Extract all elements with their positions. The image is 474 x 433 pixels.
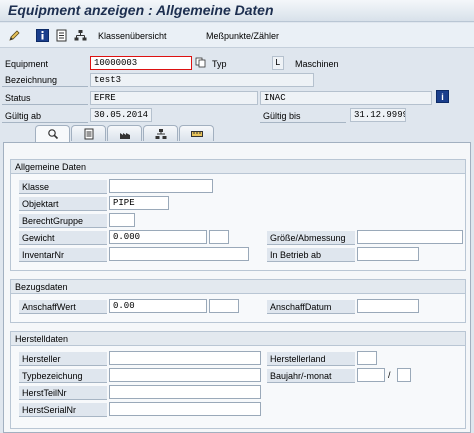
copy-icon[interactable] [195,57,206,68]
status-field: EFRE [90,91,258,105]
edit-pencil-icon[interactable] [8,29,21,42]
klasse-label: Klasse [19,180,107,194]
herstserialnr-label: HerstSerialNr [19,403,107,417]
bezeichnung-field: test3 [90,73,314,87]
tab-organisation[interactable] [107,125,142,141]
factory-icon [120,133,130,139]
baumonat-field[interactable] [397,368,411,382]
objektart-label: Objektart [19,197,107,211]
typ-description: Maschinen [295,59,339,69]
tab-content: Allgemeine Daten Klasse Objektart PIPE B… [3,142,471,433]
messpunkte-button[interactable]: Meßpunkte/Zähler [206,31,279,41]
gueltig-ab-label: Gültig ab [2,109,88,123]
baujahr-separator: / [388,370,391,380]
tab-struktur[interactable] [143,125,178,141]
herstelldaten-title: Herstelldaten [11,332,465,346]
application-toolbar: Klassenübersicht Meßpunkte/Zähler [0,23,474,48]
groesse-label: Größe/Abmessung [267,231,355,245]
allgemeine-daten-title: Allgemeine Daten [11,160,465,174]
allgemeine-daten-group: Allgemeine Daten Klasse Objektart PIPE B… [10,159,466,271]
typ-field: L [272,56,284,70]
window-title: Equipment anzeigen : Allgemeine Daten [8,2,274,18]
typbezeichnung-label: Typbezeichung [19,369,107,383]
herstellerland-label: Herstellerland [267,352,355,366]
groesse-field[interactable] [357,230,463,244]
herstellerland-field[interactable] [357,351,377,365]
anschaffdatum-label: AnschaffDatum [267,300,355,314]
title-bar: Equipment anzeigen : Allgemeine Daten [0,0,474,22]
inventarnr-label: InventarNr [19,248,107,262]
anschaffwert-label: AnschaffWert [19,300,107,314]
berechtgruppe-field[interactable] [109,213,135,227]
hierarchy-icon[interactable] [74,29,87,42]
inbetrieb-field[interactable] [357,247,419,261]
status-field-2: INAC [260,91,432,105]
status-info-icon[interactable]: i [436,90,449,103]
herstserialnr-field[interactable] [109,402,261,416]
document-icon [84,128,94,140]
hersteller-label: Hersteller [19,352,107,366]
equipment-field[interactable]: 10000003 [90,56,192,70]
gewicht-field[interactable]: 0.000 [109,230,207,244]
hersteller-field[interactable] [109,351,261,365]
tab-zusatzdaten[interactable] [179,125,214,141]
anschaffdatum-field[interactable] [357,299,419,313]
baujahr-label: Baujahr/-monat [267,369,355,383]
herstteilnr-field[interactable] [109,385,261,399]
inbetrieb-label: In Betrieb ab [267,248,355,262]
info-icon[interactable] [36,29,49,42]
anschaffwert-currency-field[interactable] [209,299,239,313]
tab-strip [3,125,471,142]
bezugsdaten-group: Bezugsdaten AnschaffWert 0.00 AnschaffDa… [10,279,466,323]
gewicht-label: Gewicht [19,231,107,245]
bezugsdaten-title: Bezugsdaten [11,280,465,294]
bezeichnung-label: Bezeichnung [2,73,88,87]
gewicht-unit-field[interactable] [209,230,229,244]
equipment-label: Equipment [5,59,49,69]
tab-allgemein[interactable] [35,125,70,142]
magnifier-icon [48,129,59,140]
status-label: Status [2,91,88,105]
document-icon[interactable] [55,29,68,42]
gueltig-bis-field: 31.12.9999 [350,108,406,122]
klassenuebersicht-button[interactable]: Klassenübersicht [98,31,167,41]
tab-standort[interactable] [71,125,106,141]
hierarchy-icon [155,129,167,139]
ruler-icon [191,131,203,137]
typ-label: Typ [212,59,227,69]
klasse-field[interactable] [109,179,213,193]
gueltig-ab-field: 30.05.2014 [90,108,152,122]
berechtgruppe-label: BerechtGruppe [19,214,107,228]
baujahr-field[interactable] [357,368,385,382]
gueltig-bis-label: Gültig bis [260,109,346,123]
inventarnr-field[interactable] [109,247,249,261]
herstelldaten-group: Herstelldaten Hersteller Herstellerland … [10,331,466,429]
herstteilnr-label: HerstTeilNr [19,386,107,400]
anschaffwert-field[interactable]: 0.00 [109,299,207,313]
objektart-field[interactable]: PIPE [109,196,169,210]
typbezeichnung-field[interactable] [109,368,261,382]
